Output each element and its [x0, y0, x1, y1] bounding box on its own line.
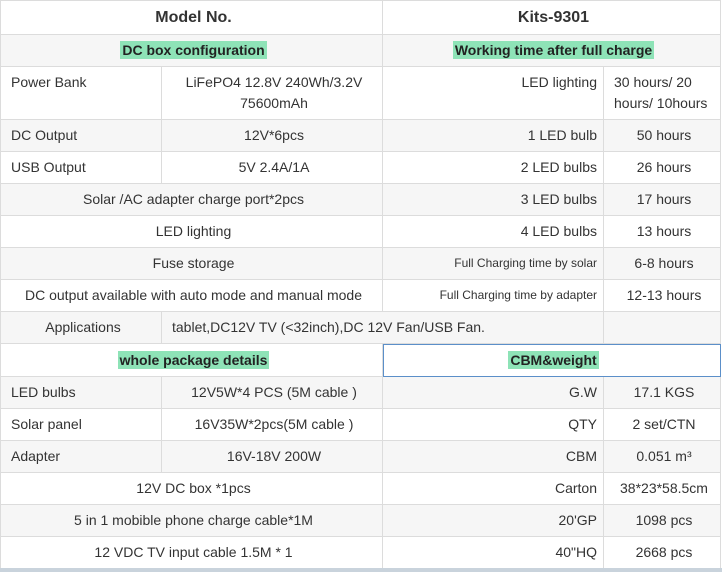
dc-box-section: DC box configuration [0, 34, 383, 67]
led2-value: 26 hours [603, 151, 721, 184]
carton-value: 38*23*58.5cm [603, 472, 721, 505]
led-bulbs-value: 12V5W*4 PCS (5M cable ) [161, 376, 383, 409]
gp20-value: 1098 pcs [603, 504, 721, 537]
dc-output-label: DC Output [0, 119, 162, 152]
gw-value: 17.1 KGS [603, 376, 721, 409]
phone-cable-item: 5 in 1 mobible phone charge cable*1M [0, 504, 383, 537]
dc-box-item: 12V DC box *1pcs [0, 472, 383, 505]
table-row: Power Bank LiFePO4 12.8V 240Wh/3.2V 7560… [0, 66, 721, 120]
cbm-section[interactable]: CBM&weight [382, 343, 721, 377]
dc-box-section-label: DC box configuration [120, 41, 267, 59]
usb-output-value: 5V 2.4A/1A [161, 151, 383, 184]
led1-value: 50 hours [603, 119, 721, 152]
table-row: DC Output 12V*6pcs 1 LED bulb 50 hours [0, 119, 721, 152]
header-row: Model No. Kits-9301 [0, 0, 721, 35]
led-lighting-label: LED lighting [382, 66, 604, 120]
applications-empty [603, 311, 721, 344]
fuse-storage: Fuse storage [0, 247, 383, 280]
package-section: whole package details [0, 343, 383, 377]
applications-label: Applications [0, 311, 162, 344]
gw-label: G.W [382, 376, 604, 409]
table-row: Fuse storage Full Charging time by solar… [0, 247, 721, 280]
table-row: 12V DC box *1pcs Carton 38*23*58.5cm [0, 472, 721, 505]
hq40-label: 40"HQ [382, 536, 604, 569]
table-row: Solar /AC adapter charge port*2pcs 3 LED… [0, 183, 721, 216]
solar-charge-value: 6-8 hours [603, 247, 721, 280]
qty-value: 2 set/CTN [603, 408, 721, 441]
led2-label: 2 LED bulbs [382, 151, 604, 184]
table-row: Solar panel 16V35W*2pcs(5M cable ) QTY 2… [0, 408, 721, 441]
usb-output-label: USB Output [0, 151, 162, 184]
section-row-1: DC box configuration Working time after … [0, 34, 721, 67]
table-row: Adapter 16V-18V 200W CBM 0.051 m³ [0, 440, 721, 473]
table-row: 5 in 1 mobible phone charge cable*1M 20'… [0, 504, 721, 537]
power-bank-value: LiFePO4 12.8V 240Wh/3.2V 75600mAh [161, 66, 383, 120]
applications-value: tablet,DC12V TV (<32inch),DC 12V Fan/USB… [161, 311, 604, 344]
table-row: USB Output 5V 2.4A/1A 2 LED bulbs 26 hou… [0, 151, 721, 184]
table-row: LED bulbs 12V5W*4 PCS (5M cable ) G.W 17… [0, 376, 721, 409]
adapter-label: Adapter [0, 440, 162, 473]
qty-label: QTY [382, 408, 604, 441]
led-bulbs-label: LED bulbs [0, 376, 162, 409]
table-row: Applications tablet,DC12V TV (<32inch),D… [0, 311, 721, 344]
power-bank-label: Power Bank [0, 66, 162, 120]
working-time-section: Working time after full charge [382, 34, 721, 67]
bottom-divider [0, 568, 722, 572]
gp20-label: 20'GP [382, 504, 604, 537]
tv-cable-item: 12 VDC TV input cable 1.5M * 1 [0, 536, 383, 569]
cbm-label: CBM [382, 440, 604, 473]
adapter-charge-value: 12-13 hours [603, 279, 721, 312]
led-lighting-value: 30 hours/ 20 hours/ 10hours [603, 66, 721, 120]
table-row: LED lighting 4 LED bulbs 13 hours [0, 215, 721, 248]
model-value-header: Kits-9301 [382, 0, 721, 35]
led4-label: 4 LED bulbs [382, 215, 604, 248]
adapter-value: 16V-18V 200W [161, 440, 383, 473]
led-lighting-item: LED lighting [0, 215, 383, 248]
led4-value: 13 hours [603, 215, 721, 248]
section-row-2: whole package details CBM&weight [0, 343, 721, 377]
solar-panel-label: Solar panel [0, 408, 162, 441]
led3-value: 17 hours [603, 183, 721, 216]
carton-label: Carton [382, 472, 604, 505]
solar-panel-value: 16V35W*2pcs(5M cable ) [161, 408, 383, 441]
working-time-section-label: Working time after full charge [452, 41, 655, 59]
model-no-header: Model No. [0, 0, 383, 35]
dc-output-value: 12V*6pcs [161, 119, 383, 152]
hq40-value: 2668 pcs [603, 536, 721, 569]
table-row: DC output available with auto mode and m… [0, 279, 721, 312]
spec-table: Model No. Kits-9301 DC box configuration… [0, 0, 721, 569]
dc-auto-mode: DC output available with auto mode and m… [0, 279, 383, 312]
package-section-label: whole package details [117, 350, 270, 369]
table-row: 12 VDC TV input cable 1.5M * 1 40"HQ 266… [0, 536, 721, 569]
solar-port: Solar /AC adapter charge port*2pcs [0, 183, 383, 216]
solar-charge-label: Full Charging time by solar [382, 247, 604, 280]
cbm-section-label: CBM&weight [508, 350, 599, 369]
led1-label: 1 LED bulb [382, 119, 604, 152]
led3-label: 3 LED bulbs [382, 183, 604, 216]
adapter-charge-label: Full Charging time by adapter [382, 279, 604, 312]
cbm-value: 0.051 m³ [603, 440, 721, 473]
